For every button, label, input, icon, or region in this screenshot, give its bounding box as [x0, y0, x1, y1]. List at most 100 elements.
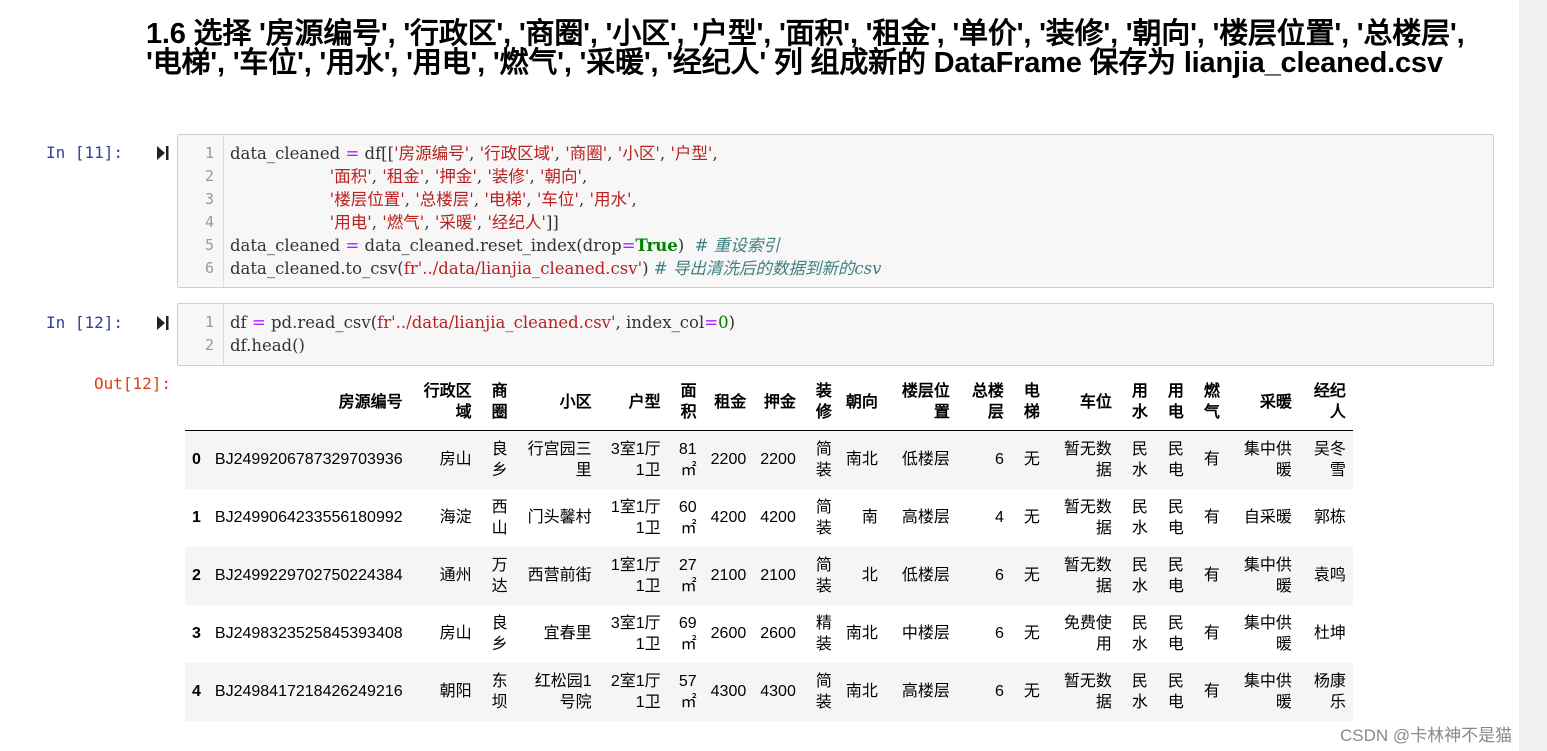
table-cell: 郭栋 [1313, 509, 1346, 526]
table-cell: 民电 [1167, 556, 1184, 595]
table-cell: 3室1厅1卫 [610, 614, 661, 653]
table-cell: 北 [861, 567, 878, 584]
column-header: 用电 [1154, 374, 1191, 431]
table-cell: 集中供暖 [1243, 672, 1292, 711]
table-cell: 简装 [815, 440, 832, 479]
table-cell: 高楼层 [901, 683, 950, 700]
table-cell: 集中供暖 [1243, 556, 1292, 595]
table-cell: 南北 [845, 683, 878, 700]
table-cell: 高楼层 [901, 509, 950, 526]
table-cell: 民水 [1131, 614, 1148, 653]
code-token: = [621, 236, 636, 255]
code-line[interactable]: df.head() [230, 334, 305, 357]
table-cell: 西山 [491, 498, 508, 537]
table-cell: 6 [994, 451, 1004, 469]
table-cell: 杨康乐 [1313, 672, 1346, 711]
table-cell: 袁鸣 [1313, 567, 1346, 584]
vertical-scrollbar[interactable] [1519, 0, 1547, 751]
code-line[interactable]: '楼层位置', '总楼层', '电梯', '车位', '用水', [230, 188, 637, 211]
code-cell-11[interactable]: 1 data_cleaned = df[['房源编号', '行政区域', '商圈'… [177, 134, 1494, 288]
table-cell: 暂无数据 [1063, 556, 1112, 595]
code-token: , [582, 167, 588, 186]
code-token: , [371, 167, 383, 186]
code-token: , [469, 144, 480, 163]
column-header: 电梯 [1010, 374, 1047, 431]
line-number: 2 [204, 336, 214, 354]
code-token: , [529, 167, 540, 186]
table-cell: 2100 [760, 567, 796, 584]
code-token: , [554, 144, 566, 163]
code-token: fr'../data/lianjia_cleaned.csv' [377, 313, 616, 332]
table-cell: 6 [994, 567, 1004, 584]
table-cell: 无 [1023, 509, 1040, 526]
index-header [185, 374, 208, 431]
code-line[interactable]: data_cleaned = data_cleaned.reset_index(… [230, 234, 780, 257]
table-cell: 3室1厅1卫 [610, 440, 661, 479]
table-cell: 81㎡ [678, 440, 697, 479]
code-token: '小区' [617, 144, 660, 163]
table-cell: 西营前街 [527, 567, 592, 584]
table-cell: 东坝 [491, 672, 508, 711]
table-cell: 房山 [439, 451, 472, 469]
table-cell: 4 [994, 509, 1004, 526]
code-token: '押金' [434, 167, 477, 186]
column-header: 面积 [667, 374, 704, 431]
code-line[interactable]: df = pd.read_csv(fr'../data/lianjia_clea… [230, 311, 735, 334]
code-line[interactable]: data_cleaned = df[['房源编号', '行政区域', '商圈',… [230, 142, 718, 165]
code-token: data_cleaned [230, 236, 346, 255]
table-cell: BJ2498417218426249216 [214, 683, 403, 700]
code-token: data_cleaned.reset_index(drop [359, 236, 622, 255]
column-header: 经纪人 [1298, 374, 1353, 431]
table-cell: 民水 [1131, 440, 1148, 479]
table-cell: 免费使用 [1063, 614, 1112, 653]
table-cell: 中楼层 [901, 625, 950, 642]
code-token: = [345, 144, 360, 163]
line-number: 5 [204, 236, 214, 254]
row-index: 3 [192, 625, 201, 642]
table-cell: 有 [1203, 683, 1220, 700]
code-token: '用电' [329, 213, 372, 232]
code-token: '燃气' [382, 213, 425, 232]
code-token: , [371, 213, 383, 232]
column-header: 户型 [598, 374, 668, 431]
table-cell: 1室1厅1卫 [610, 556, 661, 595]
table-cell: 无 [1023, 625, 1040, 642]
table-cell: 海淀 [439, 509, 472, 526]
code-token: , [476, 167, 488, 186]
run-cell-icon[interactable] [157, 146, 169, 160]
table-cell: 有 [1203, 625, 1220, 642]
code-line[interactable]: '用电', '燃气', '采暖', '经纪人']] [230, 211, 559, 234]
row-index: 0 [192, 451, 201, 469]
table-cell: 良乡 [491, 440, 508, 479]
table-cell: 集中供暖 [1243, 614, 1292, 653]
dataframe-output-table: 房源编号 行政区域 商圈 小区 户型 面积 租金 押金 装修 朝向 楼层位置 总楼层 电梯 车位 用水 用电燃… [185, 374, 1353, 721]
code-token: '租金' [382, 167, 425, 186]
table-cell: 2600 [760, 625, 796, 642]
table-row: 0 BJ2499206787329703936 房山 良乡 行宫园三里 3室1厅1卫 81㎡… [185, 430, 1353, 489]
table-cell: 2600 [710, 625, 747, 642]
code-token: ) [728, 313, 736, 332]
run-cell-icon[interactable] [157, 316, 169, 330]
table-cell: 57㎡ [678, 672, 697, 711]
column-header: 装修 [802, 374, 839, 431]
table-cell: BJ2498323525845393408 [214, 625, 403, 642]
table-cell: 4200 [760, 509, 796, 526]
table-cell: 有 [1203, 509, 1220, 526]
line-number: 1 [204, 144, 214, 162]
code-token: , [578, 190, 590, 209]
code-cell-12[interactable]: 1 df = pd.read_csv(fr'../data/lianjia_cle… [177, 303, 1494, 366]
table-cell: 房山 [439, 625, 472, 642]
table-cell: 南北 [845, 625, 878, 642]
table-cell: 2100 [710, 567, 747, 584]
table-cell: 69㎡ [678, 614, 697, 653]
table-cell: 低楼层 [901, 451, 950, 469]
code-token: data_cleaned.to_csv( [230, 259, 404, 278]
code-line[interactable]: data_cleaned.to_csv(fr'../data/lianjia_c… [230, 257, 881, 280]
code-token: df[[ [359, 144, 395, 163]
code-token: '楼层位置' [329, 190, 405, 209]
table-cell: 民电 [1167, 498, 1184, 537]
table-cell: BJ2499206787329703936 [214, 451, 403, 469]
code-line[interactable]: '面积', '租金', '押金', '装修', '朝向', [230, 165, 588, 188]
table-cell: 暂无数据 [1063, 498, 1112, 537]
